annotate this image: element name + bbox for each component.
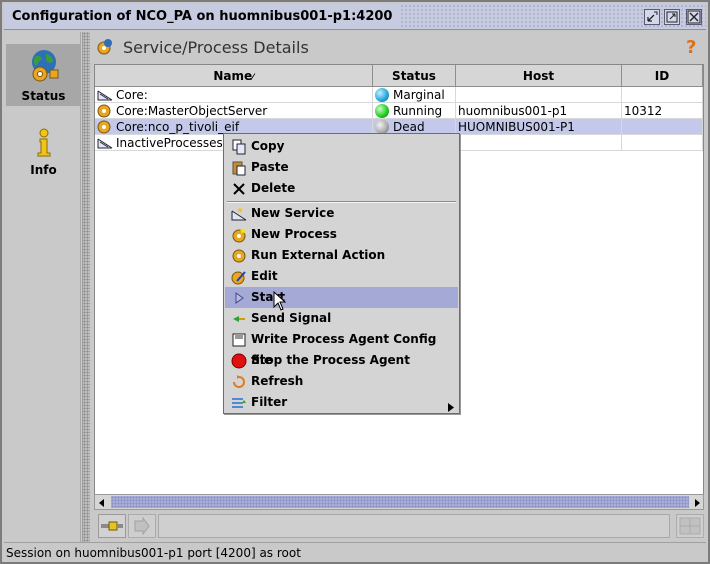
status-indicator-icon: [375, 88, 389, 102]
maximize-icon[interactable]: [664, 9, 680, 25]
globe-gear-icon: [6, 48, 81, 87]
menu-item-paste[interactable]: Paste: [225, 157, 458, 178]
title-bar[interactable]: Configuration of NCO_PA on huomnibus001-…: [4, 4, 706, 30]
sort-indicator-icon: ⁄: [252, 73, 254, 83]
menu-item-copy[interactable]: Copy: [225, 136, 458, 157]
close-icon[interactable]: [686, 9, 702, 25]
panel-title: Service/Process Details: [123, 38, 309, 57]
minimize-icon[interactable]: [644, 9, 660, 25]
nav-label-info: Info: [30, 163, 57, 177]
cell-host: HUOMNIBUS001-P1: [456, 119, 622, 135]
nav-splitter[interactable]: [82, 32, 90, 542]
cell-id: [622, 119, 703, 135]
status-bar: Session on huomnibus001-p1 port [4200] a…: [4, 542, 706, 562]
menu-item-write-config[interactable]: Write Process Agent Config file: [225, 329, 458, 367]
grid-icon: [677, 517, 703, 540]
new-process-icon: [231, 227, 247, 243]
forward-icon: [129, 516, 155, 540]
info-icon: [6, 128, 81, 161]
submenu-arrow-icon: [448, 398, 454, 419]
toolbar-field: [158, 514, 670, 538]
grid-toggle-button[interactable]: [676, 514, 704, 538]
help-icon[interactable]: ?: [686, 37, 696, 58]
cell-host: [456, 135, 622, 151]
delete-icon: [231, 181, 247, 197]
column-header-name-label: Name: [213, 69, 253, 83]
horizontal-scrollbar[interactable]: [94, 494, 704, 510]
status-indicator-icon: [375, 104, 389, 118]
cell-id: [622, 135, 703, 151]
stop-icon: [231, 353, 247, 369]
start-icon: [231, 290, 247, 306]
plug-icon: [99, 521, 125, 540]
settings-gear-icon: [96, 38, 114, 59]
cell-id: 10312: [622, 103, 703, 119]
menu-item-start[interactable]: Start: [225, 287, 458, 308]
menu-item-new-process[interactable]: New Process: [225, 224, 458, 245]
table-row[interactable]: Core:MasterObjectServer Running huomnibu…: [95, 103, 703, 119]
nav-item-status[interactable]: Status: [6, 44, 81, 106]
cell-status: Marginal: [373, 87, 456, 103]
paste-icon: [231, 160, 247, 176]
write-config-icon: [231, 332, 247, 348]
cell-id: [622, 87, 703, 103]
edit-icon: [231, 269, 247, 285]
cell-name: Core:: [95, 87, 373, 103]
main-window: Configuration of NCO_PA on huomnibus001-…: [0, 0, 710, 564]
send-signal-icon: [231, 311, 247, 327]
new-service-icon: [231, 206, 247, 222]
menu-item-run-external-action[interactable]: Run External Action: [225, 245, 458, 266]
column-header-host[interactable]: Host: [456, 65, 622, 87]
menu-item-stop-agent[interactable]: Stop the Process Agent: [225, 350, 458, 371]
column-header-id[interactable]: ID: [622, 65, 703, 87]
cell-host: huomnibus001-p1: [456, 103, 622, 119]
table-row[interactable]: Core: Marginal: [95, 87, 703, 103]
service-icon: [97, 136, 113, 154]
column-header-name[interactable]: Name⁄: [95, 65, 373, 87]
menu-item-filter[interactable]: Filter: [225, 392, 458, 413]
menu-item-send-signal[interactable]: Send Signal: [225, 308, 458, 329]
cell-host: [456, 87, 622, 103]
cell-name: Core:MasterObjectServer: [95, 103, 373, 119]
menu-item-edit[interactable]: Edit: [225, 266, 458, 287]
menu-item-refresh[interactable]: Refresh: [225, 371, 458, 392]
status-indicator-icon: [375, 120, 389, 134]
column-header-status[interactable]: Status: [373, 65, 456, 87]
run-action-icon: [231, 248, 247, 264]
forward-button[interactable]: [128, 514, 156, 538]
bottom-toolbar: [92, 510, 706, 542]
filter-icon: [231, 395, 247, 411]
scroll-left-icon[interactable]: [97, 497, 107, 511]
nav-label-status: Status: [21, 89, 66, 103]
nav-item-info[interactable]: Info: [6, 128, 81, 188]
window-title: Configuration of NCO_PA on huomnibus001-…: [4, 4, 401, 29]
scroll-thumb[interactable]: [111, 496, 689, 508]
cell-status: Running: [373, 103, 456, 119]
mouse-cursor-icon: [273, 290, 287, 314]
left-nav: Status Info: [6, 32, 81, 542]
connect-button[interactable]: [98, 514, 126, 538]
menu-item-delete[interactable]: Delete: [225, 178, 458, 199]
copy-icon: [231, 139, 247, 155]
menu-item-new-service[interactable]: New Service: [225, 203, 458, 224]
refresh-icon: [231, 374, 247, 390]
scroll-right-icon[interactable]: [692, 497, 702, 511]
panel-header: Service/Process Details ?: [92, 32, 706, 62]
context-menu: Copy Paste Delete New Service New Proces…: [223, 133, 460, 414]
